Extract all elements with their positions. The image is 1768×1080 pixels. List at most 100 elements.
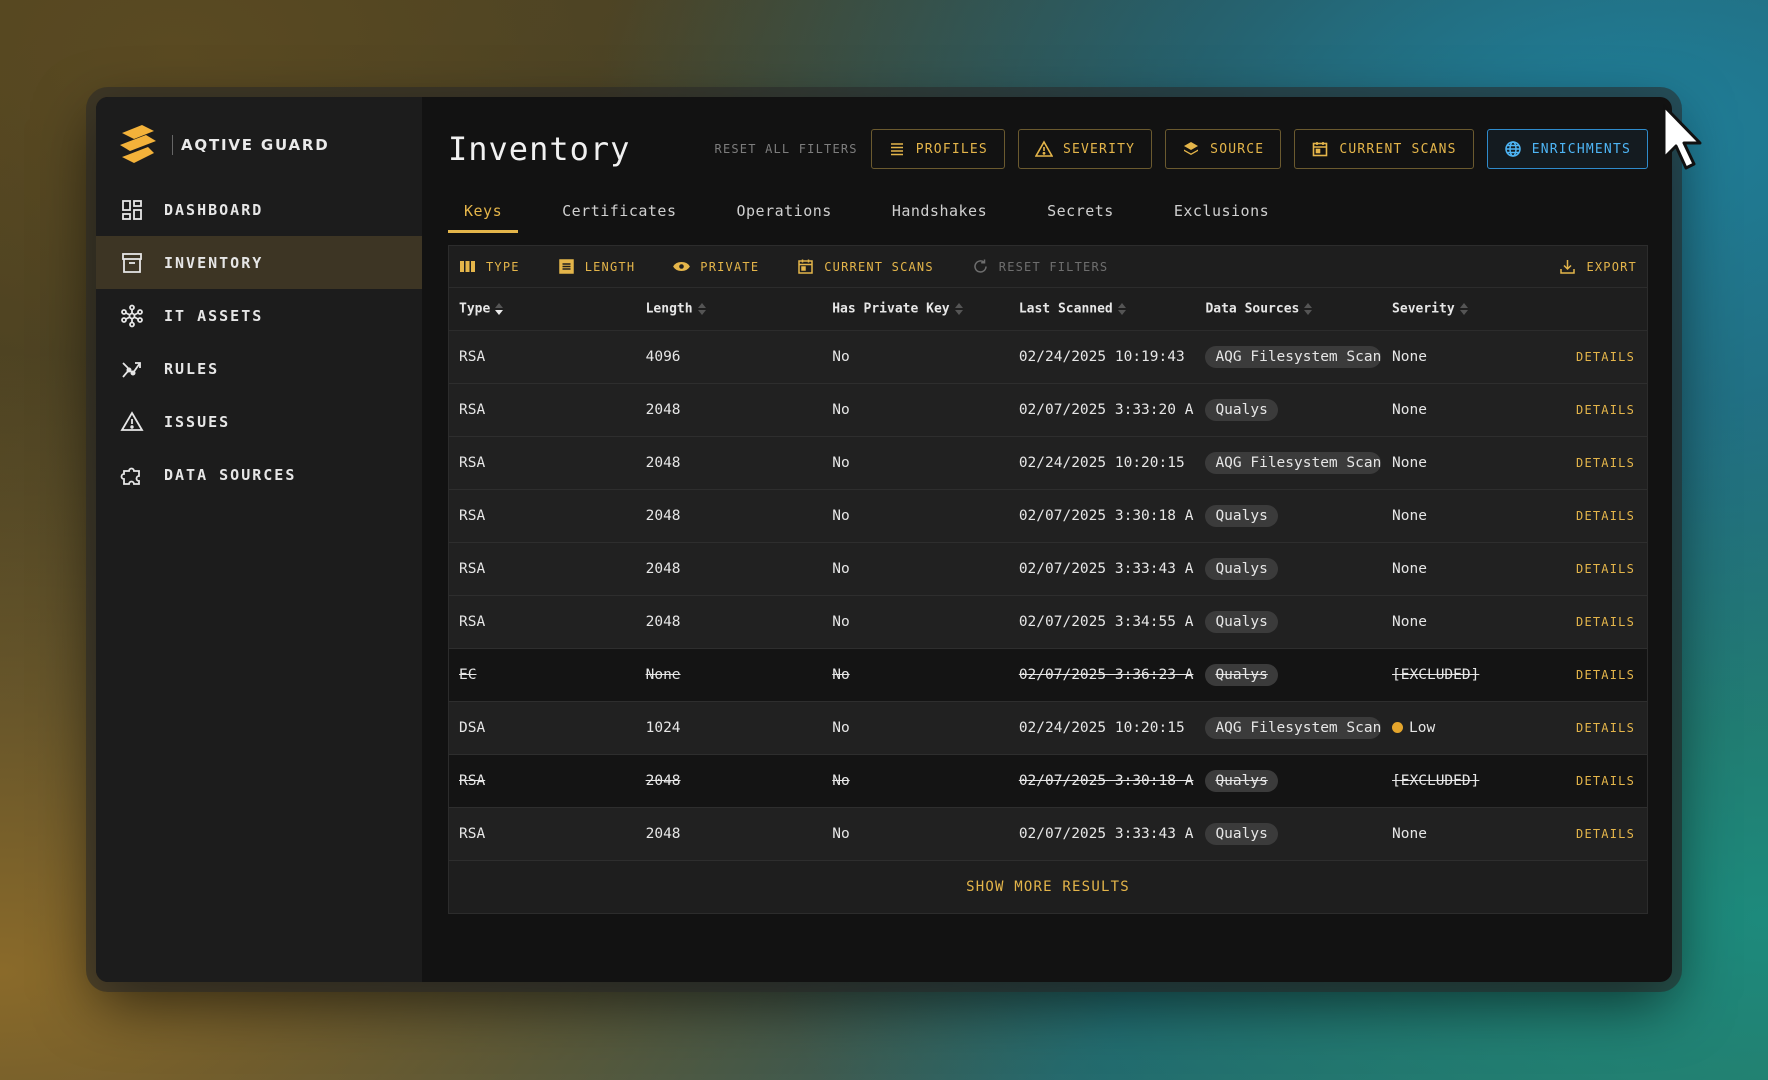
details-link[interactable]: DETAILS xyxy=(1552,648,1647,702)
source-chip: AQG Filesystem Scan xyxy=(1205,345,1382,368)
cell-private: No xyxy=(822,807,1009,861)
cell-severity: None xyxy=(1382,595,1553,649)
cell-source: Qualys xyxy=(1195,754,1383,808)
sidebar-item-it-assets[interactable]: IT ASSETS xyxy=(96,289,422,342)
severity-filter-button[interactable]: SEVERITY xyxy=(1017,129,1153,169)
details-link[interactable]: DETAILS xyxy=(1552,489,1647,543)
brand[interactable]: AQTIVE GUARD xyxy=(116,117,422,173)
profiles-filter-button[interactable]: PROFILES xyxy=(870,129,1005,169)
cell-scanned: 02/07/2025 3:33:43 A xyxy=(1008,807,1196,861)
inventory-icon xyxy=(120,251,144,275)
tab-keys[interactable]: Keys xyxy=(448,189,519,233)
cell-type: RSA xyxy=(449,754,636,808)
table-row[interactable]: RSA 2048 No 02/07/2025 3:33:43 A Qualys … xyxy=(449,807,1647,861)
enrichments-filter-button[interactable]: ENRICHMENTS xyxy=(1486,129,1648,169)
sort-icon xyxy=(954,302,963,315)
sidebar-item-label: RULES xyxy=(164,359,220,378)
cell-source: AQG Filesystem Scan xyxy=(1195,436,1383,490)
details-link[interactable]: DETAILS xyxy=(1552,542,1647,596)
show-more-results-button[interactable]: SHOW MORE RESULTS xyxy=(449,861,1647,913)
refresh-icon xyxy=(974,259,987,273)
sidebar-item-dashboard[interactable]: DASHBOARD xyxy=(96,183,422,236)
column-header-severity[interactable]: Severity xyxy=(1382,288,1553,331)
details-link[interactable]: DETAILS xyxy=(1552,436,1647,490)
tab-exclusions[interactable]: Exclusions xyxy=(1158,189,1285,233)
table-row[interactable]: RSA 2048 No 02/07/2025 3:30:18 A Qualys … xyxy=(449,489,1647,543)
table-row[interactable]: RSA 2048 No 02/07/2025 3:33:20 A Qualys … xyxy=(449,383,1647,437)
cell-length: 2048 xyxy=(635,489,823,543)
cell-length: 2048 xyxy=(635,754,823,808)
tool-label: LENGTH xyxy=(584,259,636,274)
filter-bar: RESET ALL FILTERS PROFILES SEVERITY SOUR… xyxy=(715,129,1648,169)
table-row[interactable]: DSA 1024 No 02/24/2025 10:20:15 AQG File… xyxy=(449,701,1647,755)
details-link[interactable]: DETAILS xyxy=(1552,330,1647,384)
details-link[interactable]: DETAILS xyxy=(1552,754,1647,808)
filter-label: SEVERITY xyxy=(1062,141,1136,157)
tab-certificates[interactable]: Certificates xyxy=(546,189,692,233)
source-chip: Qualys xyxy=(1205,610,1278,633)
sort-icon xyxy=(1117,302,1126,315)
cell-type: RSA xyxy=(449,489,636,543)
reset-filters-button[interactable]: RESET FILTERS xyxy=(972,258,1109,275)
cell-severity: None xyxy=(1382,489,1553,543)
sidebar-item-inventory[interactable]: INVENTORY xyxy=(96,236,422,289)
filter-label: ENRICHMENTS xyxy=(1531,141,1631,157)
sort-icon xyxy=(697,302,706,315)
cell-scanned: 02/24/2025 10:20:15 xyxy=(1008,436,1196,490)
cell-severity: None xyxy=(1382,542,1553,596)
cell-scanned: 02/07/2025 3:34:55 A xyxy=(1008,595,1196,649)
column-header-has-private-key[interactable]: Has Private Key xyxy=(822,288,1009,331)
cell-severity: None xyxy=(1382,807,1553,861)
table-row[interactable]: RSA 2048 No 02/07/2025 3:33:43 A Qualys … xyxy=(449,542,1647,596)
column-header-data-sources[interactable]: Data Sources xyxy=(1195,288,1383,331)
table-row[interactable]: RSA 2048 No 02/07/2025 3:34:55 A Qualys … xyxy=(449,595,1647,649)
cell-type: DSA xyxy=(449,701,636,755)
sort-desc-icon xyxy=(495,302,504,315)
details-link[interactable]: DETAILS xyxy=(1552,595,1647,649)
source-chip: AQG Filesystem Scan xyxy=(1205,716,1382,739)
type-column-filter[interactable]: TYPE xyxy=(459,258,520,275)
filter-label: SOURCE xyxy=(1210,141,1265,157)
table-header-row: Type Length Has Private Key Last Scanned… xyxy=(449,288,1647,331)
private-column-filter[interactable]: PRIVATE xyxy=(673,258,759,275)
cell-source: Qualys xyxy=(1195,383,1383,437)
cell-source: Qualys xyxy=(1195,489,1383,543)
reset-all-filters-link[interactable]: RESET ALL FILTERS xyxy=(715,142,858,156)
keys-table: Type Length Has Private Key Last Scanned… xyxy=(449,288,1647,861)
table-row[interactable]: RSA 2048 No 02/24/2025 10:20:15 AQG File… xyxy=(449,436,1647,490)
table-row[interactable]: RSA 4096 No 02/24/2025 10:19:43 AQG File… xyxy=(449,330,1647,384)
details-link[interactable]: DETAILS xyxy=(1552,383,1647,437)
cell-severity: None xyxy=(1382,436,1553,490)
page-title: Inventory xyxy=(448,130,631,168)
table-row-excluded[interactable]: RSA 2048 No 02/07/2025 3:30:18 A Qualys … xyxy=(449,754,1647,808)
details-link[interactable]: DETAILS xyxy=(1552,701,1647,755)
tab-handshakes[interactable]: Handshakes xyxy=(876,189,1003,233)
sidebar-item-issues[interactable]: ISSUES xyxy=(96,395,422,448)
table-row-excluded[interactable]: EC None No 02/07/2025 3:36:23 A Qualys [… xyxy=(449,648,1647,702)
length-column-filter[interactable]: LENGTH xyxy=(558,258,636,275)
cell-private: No xyxy=(822,701,1009,755)
export-button[interactable]: EXPORT xyxy=(1559,258,1637,275)
cell-scanned: 02/07/2025 3:33:20 A xyxy=(1008,383,1196,437)
current-scans-filter-button[interactable]: CURRENT SCANS xyxy=(1294,129,1474,169)
sidebar-item-rules[interactable]: RULES xyxy=(96,342,422,395)
column-header-length[interactable]: Length xyxy=(635,288,823,331)
tab-operations[interactable]: Operations xyxy=(721,189,848,233)
source-filter-button[interactable]: SOURCE xyxy=(1165,129,1282,169)
cell-private: No xyxy=(822,383,1009,437)
sidebar-item-data-sources[interactable]: DATA SOURCES xyxy=(96,448,422,501)
details-link[interactable]: DETAILS xyxy=(1552,807,1647,861)
current-scans-column-filter[interactable]: CURRENT SCANS xyxy=(797,258,934,275)
cell-type: RSA xyxy=(449,330,636,384)
eye-icon xyxy=(673,262,691,271)
cell-type: RSA xyxy=(449,542,636,596)
list-box-icon xyxy=(558,259,574,274)
tab-secrets[interactable]: Secrets xyxy=(1031,189,1130,233)
cell-source: Qualys xyxy=(1195,542,1383,596)
cell-type: RSA xyxy=(449,595,636,649)
cell-scanned: 02/24/2025 10:19:43 xyxy=(1008,330,1196,384)
column-header-type[interactable]: Type xyxy=(449,288,636,331)
puzzle-icon xyxy=(120,463,144,487)
cell-scanned: 02/07/2025 3:30:18 A xyxy=(1008,489,1196,543)
column-header-last-scanned[interactable]: Last Scanned xyxy=(1008,288,1196,331)
